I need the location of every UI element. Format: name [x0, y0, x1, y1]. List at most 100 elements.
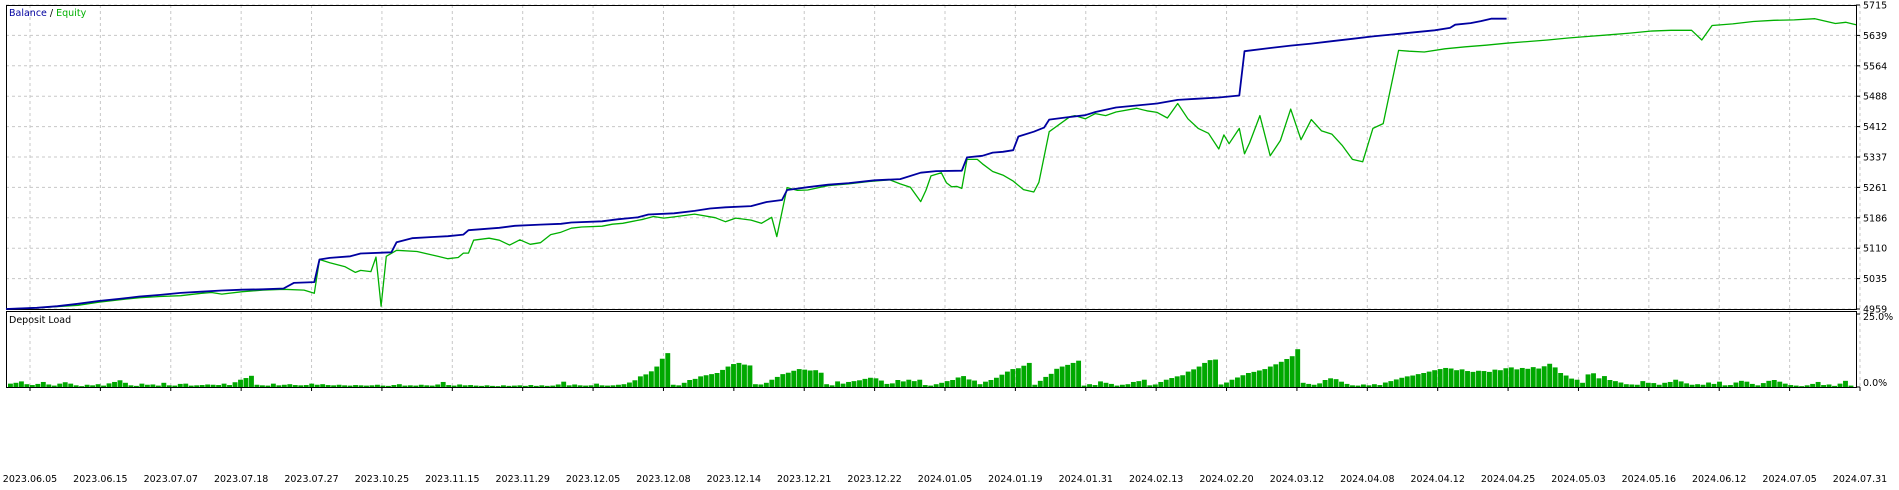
deposit-load-bar	[1547, 363, 1553, 387]
deposit-load-bar	[736, 362, 742, 387]
y-tick-label: 5639	[1863, 31, 1887, 42]
deposit-load-bar	[1125, 384, 1131, 387]
deposit-load-bar	[490, 385, 495, 387]
deposit-load-bar	[18, 381, 24, 387]
deposit-load-bar	[1530, 367, 1536, 387]
deposit-load-bar	[1656, 384, 1662, 387]
deposit-load-bar	[435, 384, 441, 387]
deposit-load-bar	[1207, 360, 1213, 387]
deposit-load-bar	[1618, 382, 1624, 387]
deposit-load-bar	[1152, 384, 1158, 387]
deposit-load-bar	[369, 385, 375, 387]
deposit-load-bar	[1322, 380, 1328, 387]
deposit-load-bar	[413, 385, 419, 387]
deposit-load-bar	[1602, 376, 1607, 387]
deposit-load-bar	[687, 380, 693, 387]
deposit-load-bar	[1536, 368, 1542, 387]
deposit-load-bar	[1059, 366, 1065, 387]
deposit-load-bar	[287, 384, 293, 387]
deposit-load-bar	[621, 384, 627, 387]
deposit-load-bar	[720, 369, 725, 387]
deposit-load-bar	[227, 385, 232, 387]
deposit-load-bar	[155, 385, 161, 387]
deposit-load-bar	[1026, 362, 1032, 387]
x-tick-label: 2024.01.31	[1059, 474, 1113, 485]
deposit-load-bar	[807, 370, 813, 387]
deposit-load-bar	[1015, 368, 1021, 387]
x-tick-label: 2024.05.03	[1551, 474, 1605, 485]
deposit-load-bar	[648, 371, 654, 387]
deposit-load-bar	[221, 383, 227, 387]
deposit-load-bar	[632, 380, 638, 387]
deposit-load-bar	[1284, 359, 1290, 387]
deposit-load-bar	[1235, 377, 1240, 387]
deposit-load-bar	[922, 385, 928, 387]
deposit-load-bar	[1147, 385, 1153, 387]
x-tick-label: 2024.03.12	[1270, 474, 1324, 485]
x-tick-label: 2024.06.12	[1692, 474, 1746, 485]
deposit-load-bar	[1382, 382, 1388, 387]
deposit-load-bar	[933, 384, 939, 387]
legend-entry: Equity	[53, 8, 86, 19]
x-tick-label: 2024.02.20	[1199, 474, 1253, 485]
deposit-load-bar	[616, 384, 621, 387]
deposit-load-bar	[303, 385, 309, 387]
deposit-load-bar	[1629, 384, 1635, 387]
deposit-load-bar	[51, 385, 57, 387]
deposit-load-bar	[983, 381, 988, 387]
deposit-load-bar	[796, 369, 802, 387]
deposit-load-bar	[13, 382, 19, 387]
deposit-load-bar	[484, 385, 490, 387]
deposit-y-tick-label: 0.0%	[1863, 378, 1887, 389]
deposit-load-bar	[1136, 381, 1142, 387]
deposit-load-bar	[583, 385, 589, 387]
deposit-load-bar	[780, 374, 786, 387]
deposit-load-bar	[347, 385, 353, 387]
deposit-load-bar	[1213, 359, 1218, 387]
deposit-load-bar	[900, 381, 906, 387]
deposit-load-bar	[194, 385, 200, 387]
deposit-load-bar	[577, 385, 583, 387]
deposit-load-bar	[1180, 375, 1186, 387]
deposit-load-bar	[1437, 369, 1443, 387]
deposit-load-bar	[29, 385, 35, 387]
deposit-load-bar	[1076, 360, 1082, 387]
deposit-load-bar	[1355, 385, 1361, 387]
deposit-load-bar	[1202, 362, 1208, 387]
deposit-load-bar	[550, 385, 556, 387]
deposit-load-bar	[1289, 356, 1295, 387]
deposit-load-bar	[966, 379, 972, 387]
deposit-load-bar	[681, 382, 687, 387]
deposit-load-bar	[1558, 373, 1564, 387]
deposit-load-bar	[1706, 382, 1711, 387]
deposit-load-bar	[709, 374, 715, 387]
deposit-load-bar	[1388, 381, 1394, 387]
deposit-load-bar	[1640, 381, 1646, 387]
y-tick-label: 5412	[1863, 122, 1887, 133]
deposit-load-bar	[380, 385, 386, 387]
deposit-load-bar	[939, 382, 945, 387]
deposit-load-bar	[1497, 370, 1503, 387]
deposit-load-bar	[133, 385, 139, 387]
deposit-load-bar	[1377, 385, 1383, 387]
deposit-load-bar	[1295, 349, 1301, 387]
deposit-load-bar	[353, 385, 358, 387]
deposit-load-bar	[1119, 384, 1125, 387]
deposit-load-bar	[1465, 371, 1470, 387]
x-tick-label: 2024.07.05	[1762, 474, 1816, 485]
deposit-load-bar	[62, 382, 68, 387]
deposit-load-bar	[911, 381, 917, 387]
deposit-load-bar	[1815, 381, 1821, 387]
deposit-load-title: Deposit Load	[9, 315, 71, 326]
deposit-load-bar	[1799, 386, 1805, 387]
deposit-load-bar	[539, 385, 545, 387]
deposit-load-bar	[101, 385, 106, 387]
deposit-load-bar	[123, 382, 128, 387]
deposit-load-bar	[336, 384, 342, 387]
deposit-load-bar	[703, 375, 709, 387]
deposit-load-bar	[424, 385, 430, 387]
deposit-load-bar	[46, 384, 52, 387]
deposit-load-bar	[128, 385, 134, 387]
deposit-load-bar	[1574, 379, 1580, 387]
deposit-load-bar	[402, 385, 408, 387]
